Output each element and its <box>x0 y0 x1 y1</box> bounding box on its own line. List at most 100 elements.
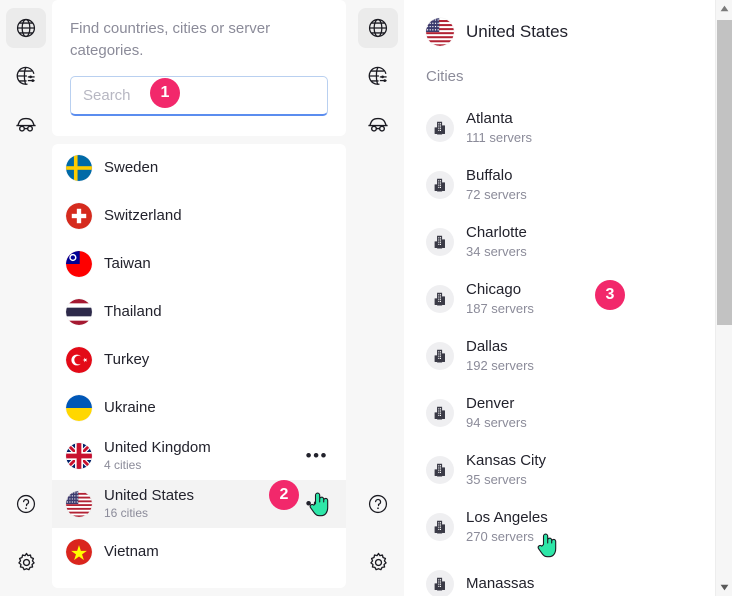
step-badge: 2 <box>269 480 299 510</box>
city-server-count: 187 servers <box>466 301 534 316</box>
building-icon <box>426 398 454 427</box>
flag-icon-us <box>426 18 454 46</box>
country-menu-button[interactable]: ••• <box>306 447 332 464</box>
country-row[interactable]: United Kingdom 4 cities ••• <box>52 432 346 480</box>
country-row[interactable]: United States16 cities••• <box>52 480 346 528</box>
search-hint: Find countries, cities or server categor… <box>70 20 271 59</box>
country-name: Switzerland <box>104 207 182 224</box>
city-row[interactable]: Atlanta 111 servers <box>426 99 732 156</box>
hand-cursor-los-angeles <box>535 531 559 559</box>
cities-inner: United States Cities Atlanta 111 servers … <box>404 0 732 596</box>
city-name: Denver <box>466 395 515 412</box>
country-name: Ukraine <box>104 399 156 416</box>
building-icon <box>426 284 454 313</box>
country-text: United States 16 cities <box>104 487 194 521</box>
city-row[interactable]: Los Angeles 270 servers <box>426 498 732 555</box>
flag-icon-vn <box>66 539 92 565</box>
country-row[interactable]: Switzerland <box>52 192 346 240</box>
incognito-icon[interactable] <box>358 104 398 144</box>
city-name: Charlotte <box>466 224 527 241</box>
country-name: Sweden <box>104 159 159 176</box>
country-text: Ukraine <box>104 399 156 417</box>
city-row[interactable]: Chicago 187 servers <box>426 270 732 327</box>
right-window: United States Cities Atlanta 111 servers … <box>352 0 732 596</box>
country-row[interactable]: Turkey <box>52 336 346 384</box>
right-rail <box>352 0 404 596</box>
city-row[interactable]: Manassas <box>426 555 732 596</box>
step-badge: 3 <box>595 280 625 310</box>
country-text: United Kingdom 4 cities <box>104 439 211 473</box>
city-text: Chicago 187 servers <box>466 280 534 317</box>
building-icon <box>426 569 454 596</box>
country-row[interactable]: Ukraine <box>52 384 346 432</box>
building-icon <box>426 113 454 142</box>
scroll-down-arrow-icon[interactable] <box>716 579 732 596</box>
help-icon[interactable] <box>358 484 398 524</box>
globe-icon[interactable] <box>358 8 398 48</box>
scroll-up-arrow-icon[interactable] <box>716 0 732 17</box>
flag-icon-th <box>66 299 92 325</box>
country-text: Turkey <box>104 351 149 369</box>
country-header: United States <box>426 18 732 46</box>
left-rail <box>0 0 52 596</box>
flag-icon-ua <box>66 395 92 421</box>
city-name: Dallas <box>466 338 508 355</box>
city-text: Buffalo 72 servers <box>466 166 527 203</box>
flag-icon-tw <box>66 251 92 277</box>
flag-icon-ch <box>66 203 92 229</box>
country-text: Thailand <box>104 303 162 321</box>
incognito-icon[interactable] <box>6 104 46 144</box>
window-scrollbar-thumb[interactable] <box>717 20 732 325</box>
search-input[interactable] <box>70 76 328 116</box>
city-text: Atlanta 111 servers <box>466 109 532 146</box>
city-text: Denver 94 servers <box>466 394 527 431</box>
country-name: Thailand <box>104 303 162 320</box>
left-rail-bottom <box>6 484 46 596</box>
city-server-count: 35 servers <box>466 472 527 487</box>
city-row[interactable]: Charlotte 34 servers <box>426 213 732 270</box>
cities-panel: United States Cities Atlanta 111 servers … <box>404 0 732 596</box>
building-icon <box>426 512 454 541</box>
country-row[interactable]: Sweden <box>52 144 346 192</box>
city-server-count: 192 servers <box>466 358 534 373</box>
city-name: Atlanta <box>466 110 513 127</box>
country-row[interactable]: Taiwan <box>52 240 346 288</box>
country-name: Vietnam <box>104 543 159 560</box>
city-row[interactable]: Dallas 192 servers <box>426 327 732 384</box>
country-name: United States <box>104 487 195 504</box>
city-list: Atlanta 111 servers Buffalo 72 servers Cha… <box>426 99 732 596</box>
city-row[interactable]: Buffalo 72 servers <box>426 156 732 213</box>
country-name: United Kingdom <box>104 439 211 456</box>
country-name: Taiwan <box>104 255 151 272</box>
flag-icon-se <box>66 155 92 181</box>
cities-section-label: Cities <box>426 68 464 85</box>
city-row[interactable]: Denver 94 servers <box>426 384 732 441</box>
country-row[interactable]: Thailand <box>52 288 346 336</box>
city-text: Dallas 192 servers <box>466 337 534 374</box>
city-name: Kansas City <box>466 452 547 469</box>
country-subtitle: 16 cities <box>104 506 149 520</box>
window-scrollbar[interactable] <box>715 0 732 596</box>
page-title: United States <box>466 22 569 41</box>
globe-settings-icon[interactable] <box>358 56 398 96</box>
step-badge: 1 <box>150 78 180 108</box>
city-name: Chicago <box>466 281 522 298</box>
country-list: Sweden Switzerland Taiwan Thailand Turke… <box>52 144 346 588</box>
hand-cursor-country-menu <box>307 490 331 518</box>
city-row[interactable]: Kansas City 35 servers <box>426 441 732 498</box>
building-icon <box>426 455 454 484</box>
flag-icon-gb <box>66 443 92 469</box>
help-icon[interactable] <box>6 484 46 524</box>
city-name: Los Angeles <box>466 509 548 526</box>
settings-gear-icon[interactable] <box>6 542 46 582</box>
city-server-count: 34 servers <box>466 244 527 259</box>
city-server-count: 72 servers <box>466 187 527 202</box>
right-rail-bottom <box>358 484 398 596</box>
settings-gear-icon[interactable] <box>358 542 398 582</box>
building-icon <box>426 227 454 256</box>
globe-icon[interactable] <box>6 8 46 48</box>
globe-settings-icon[interactable] <box>6 56 46 96</box>
city-server-count: 94 servers <box>466 415 527 430</box>
country-row[interactable]: Vietnam <box>52 528 346 576</box>
city-name: Buffalo <box>466 167 513 184</box>
